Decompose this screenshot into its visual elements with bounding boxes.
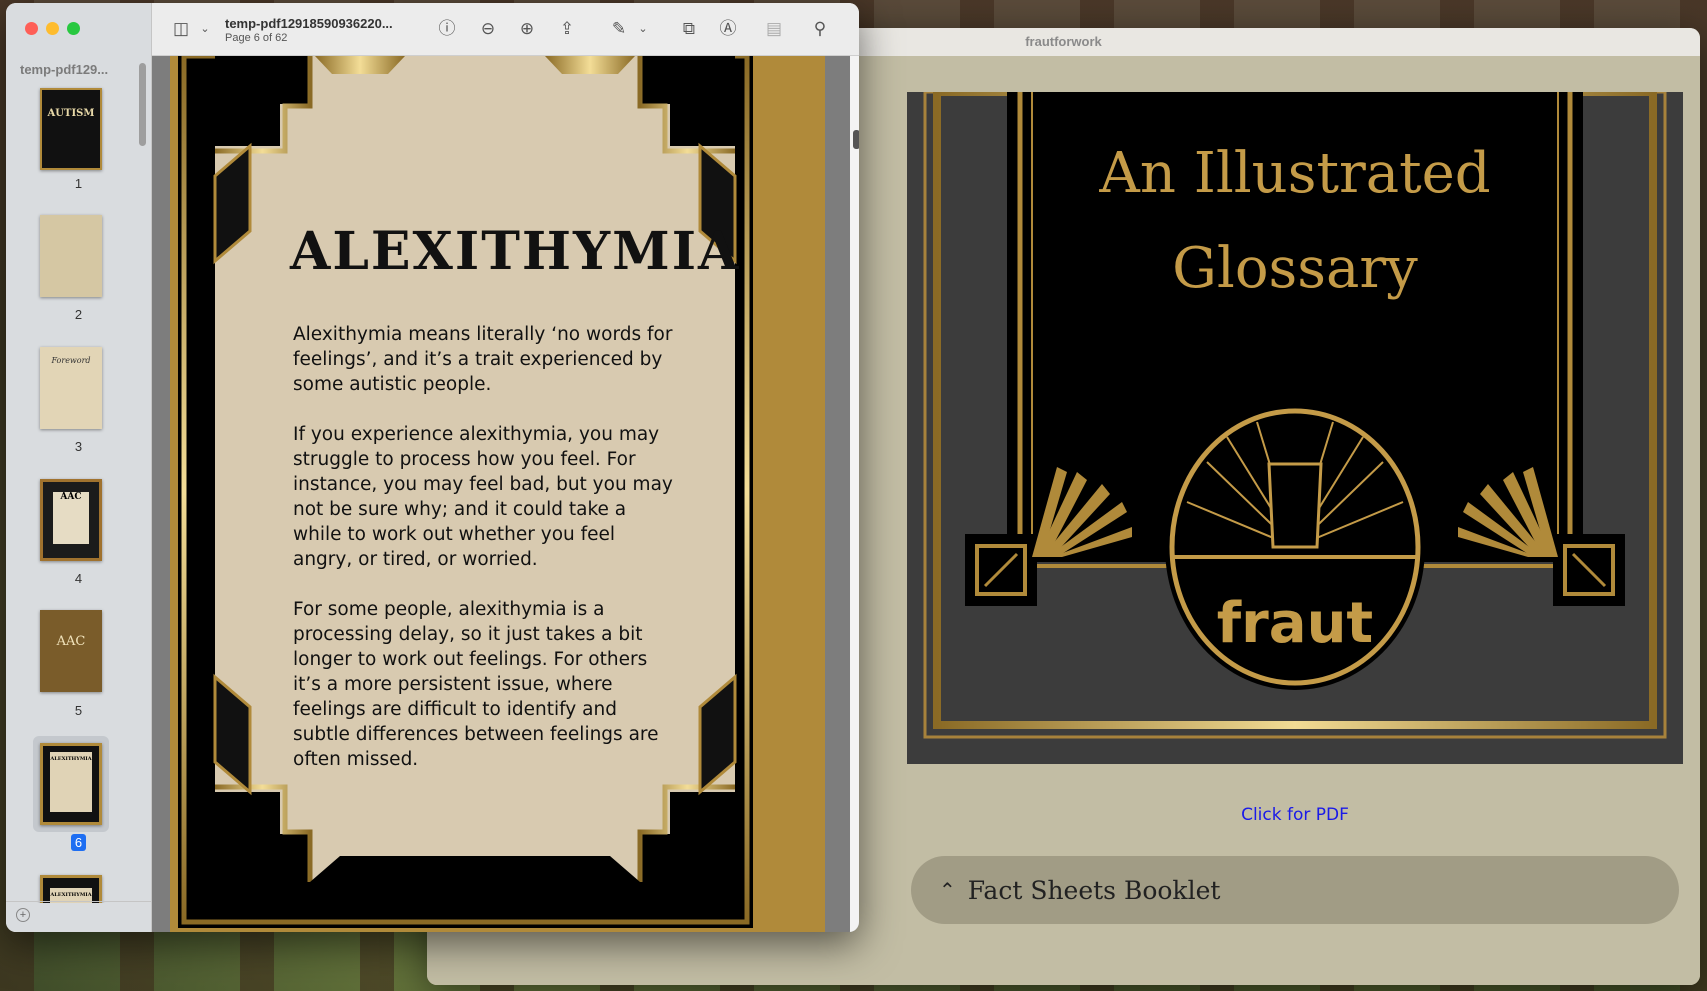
paragraph-1: Alexithymia means literally ‘no words fo… [293,324,673,395]
thumbnail-number: 4 [74,571,83,586]
search-icon[interactable]: ⚲ [809,18,831,40]
thumbnail-sidebar: temp-pdf129... AUTISM 1 2 Foreword 3 AAC… [6,3,152,932]
sidebar-footer: + [6,901,151,932]
thumbnail-number: 1 [74,176,83,191]
thumbnail-page-3[interactable]: Foreword [40,347,102,429]
paragraph-2: If you experience alexithymia, you may s… [293,424,673,570]
thumbnail-6-label: ALEXITHYMIA [50,752,92,812]
preview-toolbar: ◫ ⌄ temp-pdf12918590936220... Page 6 of … [152,3,859,56]
annotate-icon[interactable]: Ⓐ [717,18,739,40]
info-icon[interactable]: ⓘ [436,18,458,40]
selected-page-number: 6 [70,834,87,851]
page-indicator: Page 6 of 62 [225,32,288,44]
thumbnail-5-label: AAC [56,634,86,649]
accordion-label: Fact Sheets Booklet [967,875,1221,905]
add-page-icon[interactable]: + [16,908,30,922]
paragraph-3: For some people, alexithymia is a proces… [293,599,659,770]
preview-window: temp-pdf129... AUTISM 1 2 Foreword 3 AAC… [6,3,859,932]
document-title: temp-pdf12918590936220... [225,16,393,31]
zoom-out-icon[interactable]: ⊖ [477,18,499,40]
thumbnail-page-2[interactable] [40,215,102,297]
cover-title-line2: Glossary [1172,236,1418,301]
rotate-icon[interactable]: ⧉ [678,18,700,40]
thumbnail-1-label: AUTISM [47,108,95,119]
cover-title-line1: An Illustrated [1098,141,1490,206]
document-scrollbar[interactable] [853,130,859,149]
zoom-button[interactable] [67,22,80,35]
click-for-pdf-link[interactable]: Click for PDF [907,805,1683,825]
zoom-in-icon[interactable]: ⊕ [516,18,538,40]
page-heading: ALEXITHYMIA [290,221,741,282]
thumbnail-list: AUTISM 1 2 Foreword 3 AAC 4 AAC 5 ALEXIT… [6,85,151,903]
sidebar-toggle-icon[interactable]: ◫ [170,18,192,40]
chevron-down-icon[interactable]: ⌄ [194,18,216,40]
thumbnail-page-4[interactable]: AAC [40,479,102,561]
close-button[interactable] [25,22,38,35]
form-icon: ▤ [765,19,783,38]
fact-sheets-accordion[interactable]: ⌃ Fact Sheets Booklet [911,856,1679,924]
thumbnail-number: 2 [74,307,83,322]
share-icon[interactable]: ⇪ [556,18,578,40]
thumbnail-page-7[interactable]: ALEXITHYMIA [40,875,102,903]
thumbnail-3-label: Foreword [51,356,91,365]
document-view[interactable]: ALEXITHYMIA Alexithymia means literally … [152,56,859,932]
thumbnail-number: 5 [74,703,83,718]
markup-pen-icon[interactable]: ✎ [608,18,630,40]
document-scroll-track [850,56,859,932]
chevron-up-icon: ⌃ [939,879,956,902]
chevron-down-icon[interactable]: ⌄ [632,18,654,40]
thumbnail-page-5[interactable]: AAC [40,610,102,692]
thumbnail-4-label: AAC [53,492,89,544]
thumbnail-number: 3 [74,439,83,454]
thumbnail-page-1[interactable]: AUTISM [40,88,102,170]
thumbnail-page-6[interactable]: ALEXITHYMIA [40,743,102,825]
thumbnail-number-selected: 6 [6,834,151,851]
sidebar-title: temp-pdf129... [20,62,109,77]
minimize-button[interactable] [46,22,59,35]
glossary-cover-image[interactable]: fraut An Illustrated Glossary [907,92,1683,764]
window-controls [25,22,80,35]
page-body: Alexithymia means literally ‘no words fo… [293,322,673,797]
sidebar-scrollbar[interactable] [139,63,146,146]
fraut-logo-text: fraut [1217,591,1373,656]
